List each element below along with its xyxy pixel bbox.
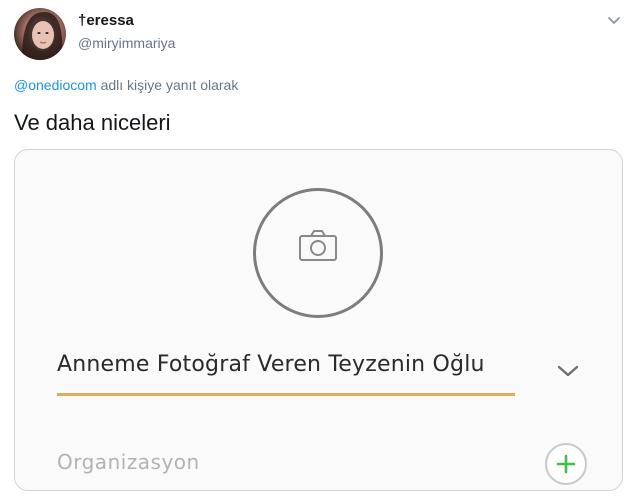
reply-context: @onediocom adlı kişiye yanıt olarak: [14, 77, 238, 93]
tweet-media-image[interactable]: Anneme Fotoğraf Veren Teyzenin Oğlu Orga…: [14, 149, 623, 491]
plus-icon: [556, 454, 576, 474]
tweet-text: Ve daha niceleri: [14, 110, 171, 135]
name-field-underline: [57, 393, 515, 396]
organization-field[interactable]: Organizasyon: [57, 450, 357, 478]
add-organization-button[interactable]: [545, 443, 587, 485]
user-display-name[interactable]: †eressa: [78, 12, 134, 29]
chevron-down-icon: [608, 17, 620, 24]
avatar[interactable]: [14, 8, 66, 60]
contact-name-field[interactable]: Anneme Fotoğraf Veren Teyzenin Oğlu: [57, 350, 517, 394]
camera-icon: [299, 230, 337, 261]
tweet-menu-button[interactable]: [604, 10, 624, 30]
chevron-down-icon[interactable]: [555, 362, 581, 380]
user-handle[interactable]: @miryimmariya: [78, 35, 175, 51]
reply-mention-link[interactable]: @onediocom: [14, 77, 97, 93]
tweet-page: †eressa @miryimmariya @onediocom adlı ki…: [0, 0, 635, 497]
organization-placeholder: Organizasyon: [57, 450, 200, 474]
reply-context-label: adlı kişiye yanıt olarak: [96, 77, 239, 93]
contact-name-value: Anneme Fotoğraf Veren Teyzenin Oğlu: [57, 352, 485, 377]
